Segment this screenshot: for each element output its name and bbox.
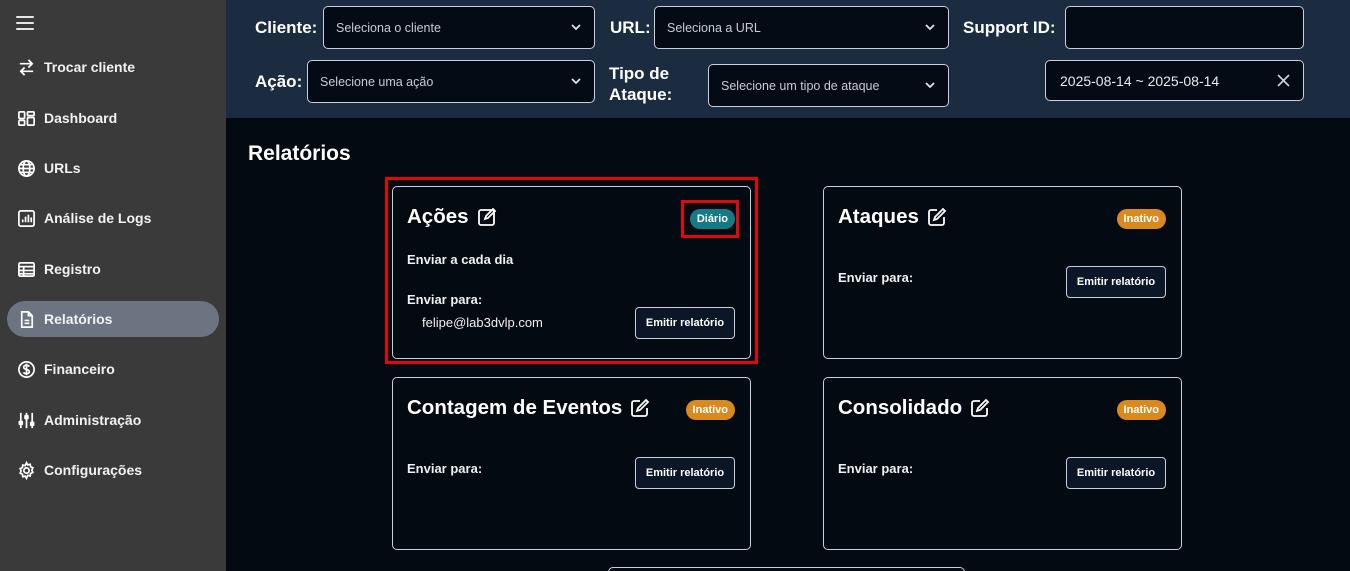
sidebar-item-label: Configurações xyxy=(44,462,143,478)
chevron-down-icon xyxy=(924,21,936,33)
sidebar-item-label: Trocar cliente xyxy=(44,59,136,75)
tipo-ataque-label-line2: Ataque: xyxy=(609,85,673,104)
swap-arrows-icon xyxy=(16,57,36,77)
cliente-select[interactable]: Seleciona o cliente xyxy=(323,6,595,49)
globe-icon xyxy=(16,158,36,178)
sidebar-item-relatorios[interactable]: Relatórios xyxy=(7,301,219,337)
support-id-input[interactable] xyxy=(1065,6,1304,49)
status-badge: Inativo xyxy=(1116,209,1166,229)
document-icon xyxy=(16,309,36,329)
acao-select[interactable]: Selecione uma ação xyxy=(307,60,595,103)
chevron-down-icon xyxy=(570,21,582,33)
acao-label: Ação: xyxy=(255,72,303,91)
card-title: Contagem de Eventos xyxy=(407,396,650,420)
card-title: Consolidado xyxy=(838,396,990,420)
dollar-icon xyxy=(16,359,36,379)
send-to-label: Enviar para: xyxy=(407,461,483,476)
url-select[interactable]: Seleciona a URL xyxy=(654,6,949,49)
send-to-label: Enviar para: xyxy=(838,461,914,476)
sidebar-item-urls[interactable]: URLs xyxy=(7,150,219,186)
sidebar-item-label: Dashboard xyxy=(44,110,118,126)
card-title-text: Ataques xyxy=(838,205,919,228)
tipo-ataque-select[interactable]: Selecione um tipo de ataque xyxy=(708,64,949,107)
sidebar-item-label: Relatórios xyxy=(44,311,113,327)
sidebar-item-trocar-cliente[interactable]: Trocar cliente xyxy=(7,49,219,85)
sidebar-item-label: Financeiro xyxy=(44,361,115,377)
support-id-label: Support ID: xyxy=(963,18,1056,37)
date-range-picker[interactable]: 2025-08-14 ~ 2025-08-14 xyxy=(1045,60,1304,101)
cliente-placeholder: Seleciona o cliente xyxy=(336,20,441,35)
edit-icon[interactable] xyxy=(630,398,650,418)
report-card-partial xyxy=(608,567,965,571)
sliders-icon xyxy=(16,410,36,430)
sidebar-item-registro[interactable]: Registro xyxy=(7,251,219,287)
sidebar: Trocar cliente Dashboard URLs Análise de… xyxy=(0,0,226,571)
menu-icon[interactable] xyxy=(16,16,34,30)
card-title: Ataques xyxy=(838,205,947,229)
report-card-consolidado: Consolidado Inativo Enviar para: Emitir … xyxy=(823,377,1182,550)
table-icon xyxy=(16,259,36,279)
sidebar-item-label: Análise de Logs xyxy=(44,210,152,226)
badge-highlight-box xyxy=(681,200,739,238)
close-icon[interactable] xyxy=(1276,73,1291,88)
status-badge: Inativo xyxy=(1116,400,1166,420)
date-range-value: 2025-08-14 ~ 2025-08-14 xyxy=(1060,72,1220,89)
tipo-ataque-label-line1: Tipo de xyxy=(609,64,670,83)
gear-icon xyxy=(16,460,36,480)
emit-report-button[interactable]: Emitir relatório xyxy=(1066,266,1166,298)
report-card-contagem-de-eventos: Contagem de Eventos Inativo Enviar para:… xyxy=(392,377,751,550)
send-to-label: Enviar para: xyxy=(838,270,914,285)
sidebar-item-analise-de-logs[interactable]: Análise de Logs xyxy=(7,200,219,236)
tipo-ataque-placeholder: Selecione um tipo de ataque xyxy=(721,78,880,93)
url-label: URL: xyxy=(610,18,651,37)
card-title-text: Consolidado xyxy=(838,396,963,419)
page-title: Relatórios xyxy=(248,142,351,165)
tipo-ataque-label: Tipo de Ataque: xyxy=(609,63,672,105)
acao-placeholder: Selecione uma ação xyxy=(320,74,434,89)
sidebar-item-administracao[interactable]: Administração xyxy=(7,402,219,438)
url-placeholder: Seleciona a URL xyxy=(667,20,761,35)
sidebar-item-label: Registro xyxy=(44,261,101,277)
sidebar-item-label: URLs xyxy=(44,160,81,176)
status-badge: Inativo xyxy=(685,400,735,420)
dashboard-icon xyxy=(16,108,36,128)
report-card-ataques: Ataques Inativo Enviar para: Emitir rela… xyxy=(823,186,1182,359)
edit-icon[interactable] xyxy=(970,398,990,418)
chevron-down-icon xyxy=(924,79,936,91)
emit-report-button[interactable]: Emitir relatório xyxy=(1066,457,1166,489)
emit-report-button[interactable]: Emitir relatório xyxy=(635,457,735,489)
chevron-down-icon xyxy=(570,75,582,87)
card-title-text: Contagem de Eventos xyxy=(407,396,623,419)
bar-chart-icon xyxy=(16,208,36,228)
sidebar-item-label: Administração xyxy=(44,412,142,428)
sidebar-item-financeiro[interactable]: Financeiro xyxy=(7,351,219,387)
edit-icon[interactable] xyxy=(927,207,947,227)
cliente-label: Cliente: xyxy=(255,18,318,37)
sidebar-item-configuracoes[interactable]: Configurações xyxy=(7,452,219,488)
sidebar-item-dashboard[interactable]: Dashboard xyxy=(7,100,219,136)
